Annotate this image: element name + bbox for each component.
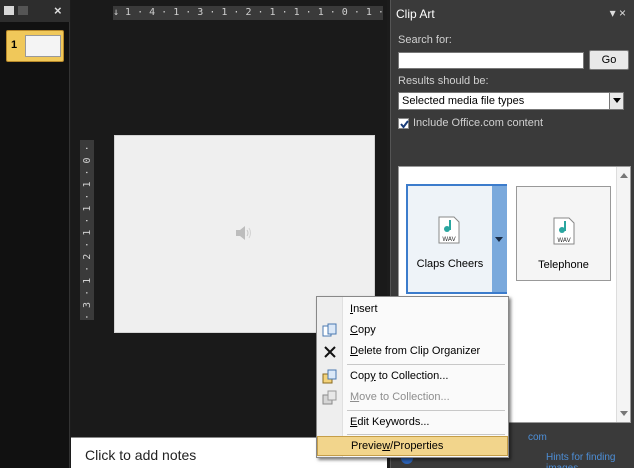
- clip-art-title: Clip Art: [396, 7, 435, 21]
- scroll-down-arrow-icon[interactable]: [620, 411, 628, 416]
- slides-pane-tabs: ×: [0, 0, 70, 22]
- menu-item-insert[interactable]: Insert: [317, 300, 508, 320]
- delete-x-icon: [324, 346, 336, 358]
- slide-thumbnail-1[interactable]: 1: [6, 30, 64, 62]
- horizontal-ruler: ↓ 1 · 4 · 1 · 3 · 1 · 2 · 1 · 1 · 1 · 0 …: [113, 6, 383, 20]
- clip-item-telephone[interactable]: WAV Telephone: [516, 186, 611, 281]
- clip-art-pane-close-button[interactable]: ▾ ×: [610, 6, 626, 20]
- slides-pane-close-button[interactable]: ×: [54, 3, 62, 18]
- clip-item-dropdown-button[interactable]: [492, 186, 507, 292]
- go-button[interactable]: Go: [589, 50, 629, 70]
- results-scrollbar[interactable]: [616, 167, 630, 422]
- checkmark-icon: [400, 120, 409, 129]
- wav-sound-file-icon: WAV: [438, 216, 460, 244]
- move-to-collection-icon: [322, 390, 337, 405]
- hints-link[interactable]: Hints for finding images: [546, 452, 634, 468]
- include-office-content-checkbox[interactable]: [398, 118, 409, 129]
- chevron-down-icon[interactable]: [609, 93, 623, 109]
- svg-text:WAV: WAV: [442, 236, 456, 243]
- menu-item-copy[interactable]: Copy: [317, 321, 508, 341]
- chevron-down-icon: [495, 237, 503, 242]
- vertical-ruler-scale: · 3 · 1 · 2 · 1 · 1 · 1 · 0 · 1 · 1 · 1 …: [82, 140, 93, 320]
- copy-icon: [322, 323, 337, 337]
- menu-item-edit-keywords[interactable]: Edit Keywords...: [317, 413, 508, 433]
- outline-tab-icon[interactable]: [18, 6, 28, 15]
- clip-item-caption: Claps Cheers: [416, 258, 484, 270]
- menu-item-delete[interactable]: Delete from Clip Organizer: [317, 342, 508, 362]
- menu-separator: [347, 364, 505, 365]
- include-office-content-label: Include Office.com content: [413, 117, 544, 129]
- slide-thumbnail-number: 1: [11, 39, 18, 51]
- sound-speaker-icon[interactable]: [235, 225, 253, 241]
- media-type-select[interactable]: Selected media file types: [398, 92, 624, 110]
- menu-item-copy-to-collection[interactable]: Copy to Collection...: [317, 367, 508, 387]
- slides-pane: × 1: [0, 0, 70, 468]
- notes-placeholder: Click to add notes: [85, 447, 197, 463]
- slides-tab-icon[interactable]: [4, 6, 14, 15]
- office-com-link[interactable]: com: [528, 432, 547, 443]
- menu-separator: [347, 410, 505, 411]
- menu-item-preview-properties[interactable]: Preview/Properties: [317, 436, 508, 456]
- wav-sound-file-icon: WAV: [553, 217, 575, 245]
- vertical-ruler: · 3 · 1 · 2 · 1 · 1 · 1 · 0 · 1 · 1 · 1 …: [80, 140, 94, 320]
- svg-text:WAV: WAV: [557, 237, 571, 244]
- clip-art-search-input[interactable]: [398, 52, 584, 69]
- menu-separator: [347, 434, 505, 435]
- scroll-up-arrow-icon[interactable]: [620, 173, 628, 178]
- slide-thumbnail-preview: [25, 35, 61, 57]
- media-type-select-value: Selected media file types: [402, 95, 525, 107]
- clip-item-caption: Telephone: [538, 259, 589, 271]
- copy-to-collection-icon: [322, 369, 337, 384]
- search-for-label: Search for:: [398, 34, 452, 46]
- menu-item-move-to-collection: Move to Collection...: [317, 388, 508, 408]
- clip-item-claps-cheers[interactable]: WAV Claps Cheers: [406, 184, 507, 294]
- clip-context-menu: Insert Copy Delete from Clip Organizer C…: [316, 296, 509, 458]
- results-should-be-label: Results should be:: [398, 75, 489, 87]
